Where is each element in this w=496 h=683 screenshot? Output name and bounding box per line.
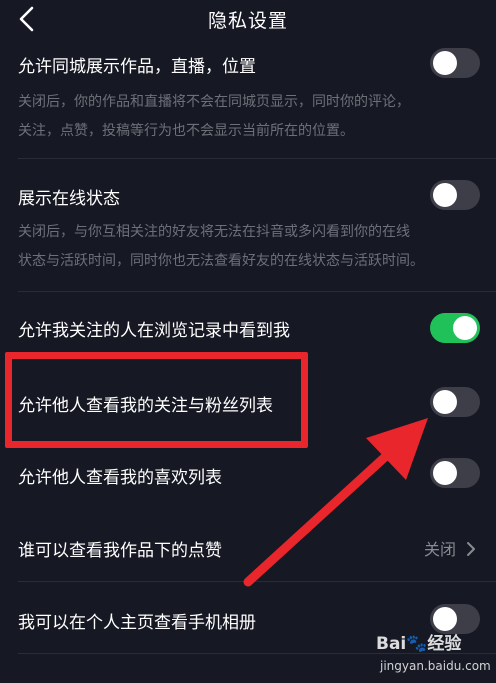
header: 隐私设置 <box>0 0 496 40</box>
description-line: 关注，点赞，投稿等行为也不会显示当前所在的位置。 <box>18 123 354 139</box>
annotation-highlight-box <box>5 352 308 448</box>
setting-label: 允许我关注的人在浏览记录中看到我 <box>18 321 290 341</box>
setting-row-same-city: 允许同城展示作品，直播，位置 关闭后，你的作品和直播将不会在同城页显示，同时你的… <box>18 44 482 144</box>
baidu-jingyan-watermark: Bai🐾经验 jingyan.baidu.com <box>376 629 496 683</box>
toggle-knob <box>433 461 457 485</box>
follow-list-toggle[interactable] <box>430 387 480 417</box>
toggle-knob <box>433 390 457 414</box>
setting-description: 关闭后，与你互相关注的好友将无法在抖音或多闪看到你的在线 状态与活跃时间，同时你… <box>18 218 478 276</box>
watermark-logo: Bai🐾经验 <box>376 634 462 654</box>
setting-description: 关闭后，你的作品和直播将不会在同城页显示，同时你的评论， 关注，点赞，投稿等行为… <box>18 88 478 146</box>
likes-list-toggle[interactable] <box>430 458 480 488</box>
setting-label: 我可以在个人主页查看手机相册 <box>18 613 256 633</box>
description-line: 状态与活跃时间，同时你也无法查看好友的在线状态与活跃时间。 <box>18 253 424 269</box>
setting-row-likes-visibility[interactable]: 谁可以查看我作品下的点赞 关闭 <box>18 512 482 582</box>
browse-history-toggle[interactable] <box>430 313 480 343</box>
setting-row-likes-list: 允许他人查看我的喜欢列表 <box>18 440 482 512</box>
setting-label: 允许同城展示作品，直播，位置 <box>18 57 256 77</box>
same-city-toggle[interactable] <box>430 48 480 78</box>
toggle-knob <box>433 183 457 207</box>
setting-label: 展示在线状态 <box>18 189 120 209</box>
likes-visibility-value[interactable]: 关闭 <box>424 536 476 561</box>
setting-row-online-status: 展示在线状态 关闭后，与你互相关注的好友将无法在抖音或多闪看到你的在线 状态与活… <box>18 174 482 274</box>
description-line: 关闭后，你的作品和直播将不会在同城页显示，同时你的评论， <box>18 94 410 110</box>
watermark-url: jingyan.baidu.com <box>380 659 491 673</box>
online-status-toggle[interactable] <box>430 180 480 210</box>
description-line: 关闭后，与你互相关注的好友将无法在抖音或多闪看到你的在线 <box>18 224 410 240</box>
setting-value: 关闭 <box>423 540 456 559</box>
toggle-knob <box>433 607 457 631</box>
chevron-right-icon <box>466 541 476 561</box>
privacy-settings-screen: 隐私设置 允许同城展示作品，直播，位置 关闭后，你的作品和直播将不会在同城页显示… <box>0 0 496 683</box>
toggle-knob <box>453 316 477 340</box>
page-title: 隐私设置 <box>207 10 288 32</box>
toggle-knob <box>433 51 457 75</box>
setting-label: 谁可以查看我作品下的点赞 <box>18 541 222 561</box>
setting-label: 允许他人查看我的喜欢列表 <box>18 468 222 488</box>
divider <box>18 158 496 159</box>
